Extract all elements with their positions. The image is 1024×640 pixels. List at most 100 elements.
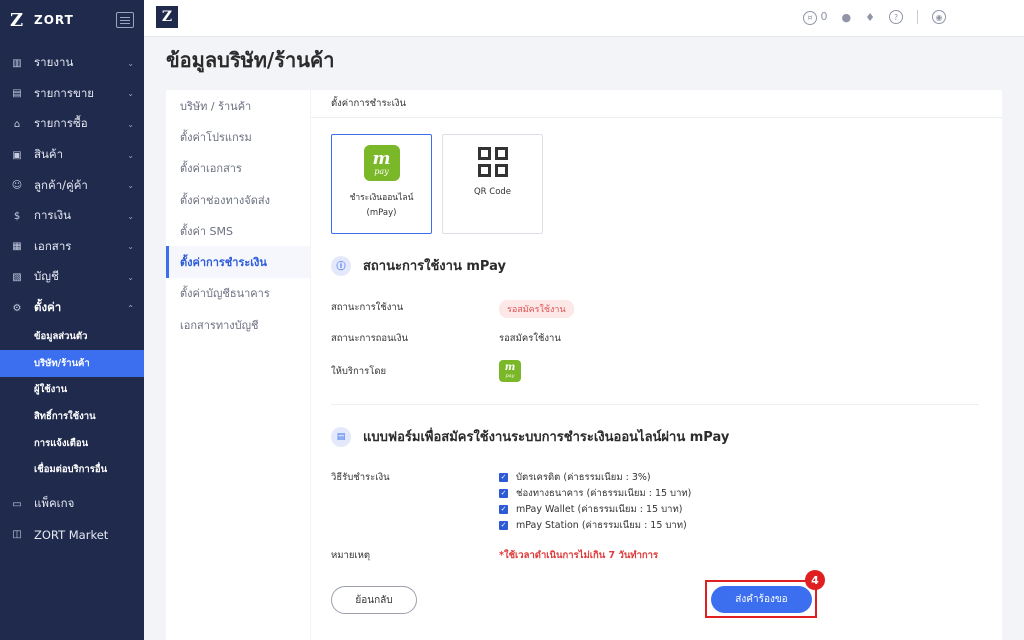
payment-options-row: วิธีรับชำระเงิน ✓ บัตรเครดิต (ค่าธรรมเนีย…	[331, 470, 691, 531]
info-icon: ⓘ	[331, 255, 351, 276]
provider-row: ให้บริการโดย m pay	[331, 360, 521, 382]
form-icon: ▤	[331, 426, 351, 447]
sidebar-item-settings[interactable]: ⚙ ตั้งค่า ⌃	[0, 293, 144, 324]
settings-item-program[interactable]: ตั้งค่าโปรแกรม	[166, 121, 310, 152]
payment-methods: m pay ชำระเงินออนไลน์ (mPay) QR Code	[331, 134, 543, 234]
topbar: Z ¤ 0 ● ♦ ? ◉	[144, 0, 1024, 37]
mpay-provider-icon: m pay	[499, 360, 521, 382]
sidebar-item-label: การเงิน	[34, 208, 72, 223]
clipboard-icon: ▤	[12, 88, 22, 100]
page-title: ข้อมูลบริษัท/ร้านค้า	[166, 48, 335, 72]
settings-item-accounting-docs[interactable]: เอกสารทางบัญชี	[166, 309, 310, 340]
withdraw-status-value: รอสมัครใช้งาน	[499, 333, 561, 344]
gear-icon: ⚙	[12, 302, 22, 314]
divider	[917, 10, 918, 25]
settings-item-bank[interactable]: ตั้งค่าบัญชีธนาคาร	[166, 278, 310, 309]
option-mpay-station[interactable]: ✓ mPay Station (ค่าธรรมเนียม : 15 บาท)	[499, 517, 759, 533]
form-section-title: ▤ แบบฟอร์มเพื่อสมัครใช้งานระบบการชำระเงิ…	[331, 426, 729, 447]
sidebar: Z ZORT ▥ รายงาน ⌄ ▤ รายการขาย ⌄ ⌂ รายการซื้อ ⌄…	[0, 0, 144, 640]
settings-item-sms[interactable]: ตั้งค่า SMS	[166, 215, 310, 246]
method-mpay[interactable]: m pay ชำระเงินออนไลน์ (mPay)	[331, 134, 432, 234]
submenu-item-profile[interactable]: ข้อมูลส่วนตัว	[0, 323, 144, 350]
submenu-item-integrations[interactable]: เชื่อมต่อบริการอื่น	[0, 456, 144, 483]
mpay-logo-icon: m pay	[363, 145, 400, 181]
panel-header: ตั้งค่าการชำระเงิน	[311, 90, 1002, 118]
coin-icon: ¤	[803, 10, 818, 25]
option-bank[interactable]: ✓ ช่องทางธนาคาร (ค่าธรรมเนียม : 15 บาท)	[499, 485, 759, 501]
option-mpay-wallet[interactable]: ✓ mPay Wallet (ค่าธรรมเนียม : 15 บาท)	[499, 501, 759, 517]
chevron-down-icon: ⌄	[127, 272, 134, 282]
sidebar-item-label: รายงาน	[34, 55, 74, 70]
submenu-item-notifications[interactable]: การแจ้งเตือน	[0, 430, 144, 457]
status-section-title: ⓘ สถานะการใช้งาน mPay	[331, 255, 506, 276]
chevron-down-icon: ⌄	[127, 89, 134, 99]
status-badge: รอสมัครใช้งาน	[499, 300, 574, 318]
sidebar-item-finance[interactable]: $ การเงิน ⌄	[0, 201, 144, 232]
sidebar-item-label: ZORT Market	[34, 527, 109, 542]
method-qr-code[interactable]: QR Code	[442, 134, 543, 234]
sidebar-item-reports[interactable]: ▥ รายงาน ⌄	[0, 48, 144, 79]
checkbox-checked-icon[interactable]: ✓	[499, 520, 508, 530]
submenu-item-users[interactable]: ผู้ใช้งาน	[0, 377, 144, 404]
sidebar-item-documents[interactable]: ▦ เอกสาร ⌄	[0, 232, 144, 263]
sidebar-after: ▭ แพ็คเกจ ◫ ZORT Market	[0, 489, 144, 550]
sidebar-item-products[interactable]: ▣ สินค้า ⌄	[0, 140, 144, 171]
chevron-down-icon: ⌄	[127, 181, 134, 191]
box-icon: ▣	[12, 149, 22, 161]
method-label: QR Code	[473, 187, 512, 197]
sidebar-item-label: เอกสาร	[34, 238, 72, 253]
settings-item-company[interactable]: บริษัท / ร้านค้า	[166, 90, 310, 121]
sidebar-item-sales[interactable]: ▤ รายการขาย ⌄	[0, 79, 144, 110]
submenu-item-company[interactable]: บริษัท/ร้านค้า	[0, 349, 144, 377]
users-icon: ☺	[11, 180, 23, 192]
chevron-down-icon: ⌄	[127, 58, 134, 68]
chevron-down-icon: ⌄	[127, 150, 134, 160]
sidebar-item-market[interactable]: ◫ ZORT Market	[0, 520, 144, 551]
section-divider	[331, 404, 979, 405]
settings-item-shipping[interactable]: ตั้งค่าช่องทางจัดส่ง	[166, 184, 310, 215]
chevron-down-icon: ⌄	[127, 242, 134, 252]
submenu-item-permissions[interactable]: สิทธิ์การใช้งาน	[0, 403, 144, 430]
account-icon[interactable]: ◉	[932, 10, 946, 25]
sidebar-item-label: ลูกค้า/คู่ค้า	[34, 177, 88, 192]
help-icon[interactable]: ?	[889, 10, 903, 25]
option-credit-card[interactable]: ✓ บัตรเครดิต (ค่าธรรมเนียม : 3%)	[499, 469, 759, 485]
zort-logo-icon[interactable]: Z	[156, 6, 178, 28]
settings-item-payment[interactable]: ตั้งค่าการชำระเงิน	[166, 246, 310, 278]
checkbox-checked-icon[interactable]: ✓	[499, 504, 508, 514]
sidebar-item-label: แพ็คเกจ	[34, 496, 75, 511]
sidebar-item-purchases[interactable]: ⌂ รายการซื้อ ⌄	[0, 109, 144, 140]
brand-name: ZORT	[34, 13, 74, 27]
chevron-down-icon: ⌄	[127, 119, 134, 129]
sidebar-item-label: รายการซื้อ	[34, 116, 88, 131]
sidebar-item-customers[interactable]: ☺ ลูกค้า/คู่ค้า ⌄	[0, 170, 144, 201]
book-icon: ▧	[12, 271, 22, 283]
back-button[interactable]: ย้อนกลับ	[331, 586, 417, 614]
sidebar-item-accounting[interactable]: ▧ บัญชี ⌄	[0, 262, 144, 293]
menu-toggle-icon[interactable]	[116, 12, 134, 28]
sidebar-item-package[interactable]: ▭ แพ็คเกจ	[0, 489, 144, 520]
status-row: สถานะการใช้งาน รอสมัครใช้งาน	[331, 300, 574, 318]
step-badge: 4	[805, 570, 825, 590]
settings-item-documents[interactable]: ตั้งค่าเอกสาร	[166, 153, 310, 184]
bell-icon[interactable]: ♦	[865, 11, 875, 24]
user-icon[interactable]: ●	[842, 11, 852, 24]
chevron-down-icon: ⌄	[127, 211, 134, 221]
sidebar-nav: ▥ รายงาน ⌄ ▤ รายการขาย ⌄ ⌂ รายการซื้อ ⌄ ▣ สินค้…	[0, 48, 144, 550]
checkbox-checked-icon[interactable]: ✓	[499, 472, 508, 482]
settings-menu: บริษัท / ร้านค้า ตั้งค่าโปรแกรม ตั้งค่าเ…	[166, 90, 310, 640]
submit-request-button[interactable]: ส่งคำร้องขอ	[711, 586, 812, 613]
zort-logo-icon: Z	[10, 9, 24, 31]
brand: Z ZORT	[0, 0, 144, 40]
chart-icon: ▥	[12, 57, 22, 69]
shop-icon: ◫	[12, 529, 22, 541]
sidebar-item-label: ตั้งค่า	[34, 300, 62, 315]
payment-options: ✓ บัตรเครดิต (ค่าธรรมเนียม : 3%) ✓ ช่องทาง…	[499, 469, 759, 533]
qr-code-icon	[477, 147, 508, 177]
withdraw-status-row: สถานะการถอนเงิน รอสมัครใช้งาน	[331, 333, 561, 344]
checkbox-checked-icon[interactable]: ✓	[499, 488, 508, 498]
credit-indicator[interactable]: ¤ 0	[803, 10, 828, 25]
note-row: หมายเหตุ *ใช้เวลาดำเนินการไม่เกิน 7 วันท…	[331, 550, 659, 561]
sidebar-item-label: รายการขาย	[34, 85, 95, 100]
document-icon: ▦	[12, 241, 22, 253]
